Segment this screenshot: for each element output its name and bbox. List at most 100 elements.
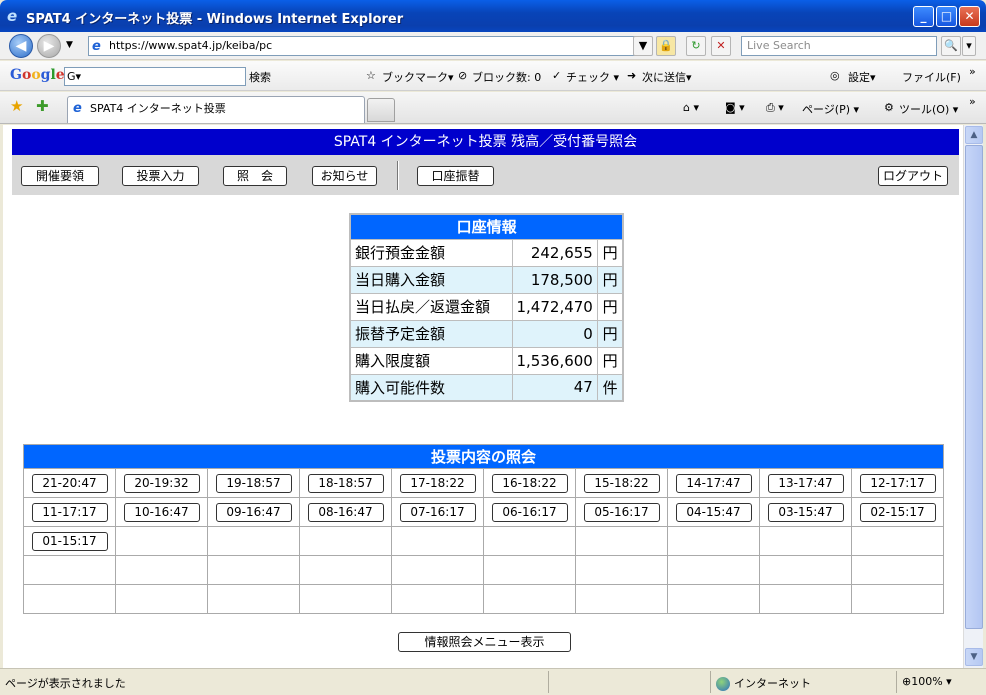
favorites-star-icon[interactable]: ★ — [10, 97, 23, 115]
new-tab-button[interactable] — [367, 98, 395, 122]
empty-cell — [759, 526, 852, 556]
page-content: SPAT4 インターネット投票 残高／受付番号照会 開催要領 投票入力 照 会 … — [3, 125, 963, 668]
account-label: 購入限度額 — [349, 346, 513, 375]
send-to-menu[interactable]: 次に送信▾ — [642, 69, 692, 85]
table-row: 購入可能件数 47 件 — [349, 373, 624, 402]
zoom-icon: ⊕ — [902, 675, 912, 688]
race-inquiry-button[interactable]: 01-15:17 — [31, 531, 108, 551]
race-inquiry-button[interactable]: 05-16:17 — [583, 502, 660, 522]
status-bar: ページが表示されました インターネット ⊕100% ▾ — [0, 668, 986, 695]
toolbar-overflow-icon[interactable]: » — [969, 65, 976, 78]
google-search-button[interactable]: 検索 — [249, 69, 271, 85]
empty-cell — [115, 584, 208, 614]
inquiry-button[interactable]: 照 会 — [223, 166, 287, 186]
settings-menu[interactable]: 設定▾ — [848, 69, 876, 85]
race-inquiry-button[interactable]: 11-17:17 — [31, 502, 108, 522]
settings-icon: ◎ — [830, 69, 840, 82]
race-inquiry-button[interactable]: 09-16:47 — [215, 502, 292, 522]
bookmark-star-icon[interactable]: ☆ — [366, 69, 376, 82]
google-search-input[interactable]: G▾ — [64, 67, 246, 86]
add-favorite-icon[interactable]: ✚ — [36, 97, 49, 115]
send-icon: ➜ — [627, 69, 637, 82]
lock-icon[interactable]: 🔒 — [656, 36, 676, 56]
menu-bar: 開催要領 投票入力 照 会 お知らせ 口座振替 ログアウト — [12, 155, 959, 195]
refresh-icon[interactable]: ↻ — [686, 36, 706, 56]
gear-icon: ⚙ — [884, 101, 894, 114]
address-field[interactable]: e https://www.spat4.jp/keiba/pc — [88, 36, 650, 56]
bookmark-menu[interactable]: ブックマーク▾ — [382, 69, 454, 85]
empty-cell — [575, 555, 668, 585]
back-button[interactable]: ◀ — [9, 34, 33, 58]
account-unit: 件 — [596, 373, 624, 402]
address-dropdown-icon[interactable]: ▼ — [633, 36, 653, 56]
race-inquiry-button[interactable]: 17-18:22 — [399, 473, 476, 493]
tab-spat4[interactable]: e SPAT4 インターネット投票 — [67, 96, 365, 123]
news-button[interactable]: お知らせ — [312, 166, 377, 186]
page-menu[interactable]: ページ(P) ▾ — [802, 101, 859, 117]
security-zone: インターネット — [716, 675, 811, 691]
account-value: 0 — [511, 319, 598, 348]
close-button[interactable]: ✕ — [959, 6, 980, 27]
feed-icon[interactable]: ◙ ▾ — [725, 101, 745, 114]
check-menu[interactable]: チェック ▾ — [566, 69, 619, 85]
account-label: 銀行預金金額 — [349, 238, 513, 267]
home-icon[interactable]: ⌂ ▾ — [683, 101, 699, 114]
zoom-level[interactable]: ⊕100% ▾ — [902, 675, 952, 688]
race-inquiry-button[interactable]: 02-15:17 — [859, 502, 936, 522]
race-inquiry-button[interactable]: 07-16:17 — [399, 502, 476, 522]
scroll-thumb[interactable] — [965, 145, 983, 629]
empty-cell — [207, 584, 300, 614]
race-inquiry-button[interactable]: 13-17:47 — [767, 473, 844, 493]
menu-separator — [397, 161, 399, 190]
forward-button[interactable]: ▶ — [37, 34, 61, 58]
window-title: SPAT4 インターネット投票 - Windows Internet Explo… — [26, 12, 404, 27]
vertical-scrollbar[interactable]: ▲ ▼ — [963, 125, 983, 668]
print-icon[interactable]: ⎙ ▾ — [766, 101, 784, 115]
page-title: SPAT4 インターネット投票 残高／受付番号照会 — [12, 129, 959, 155]
race-inquiry-button[interactable]: 16-18:22 — [491, 473, 568, 493]
account-transfer-button[interactable]: 口座振替 — [417, 166, 494, 186]
race-inquiry-button[interactable]: 14-17:47 — [675, 473, 752, 493]
table-row: 当日購入金額 178,500 円 — [349, 265, 624, 294]
tabbar-overflow-icon[interactable]: » — [969, 95, 976, 108]
empty-cell — [759, 584, 852, 614]
race-inquiry-button[interactable]: 21-20:47 — [31, 473, 108, 493]
tools-menu[interactable]: ツール(O) ▾ — [899, 101, 958, 117]
race-inquiry-button[interactable]: 20-19:32 — [123, 473, 200, 493]
history-dropdown-icon[interactable]: ▼ — [66, 40, 73, 50]
account-label: 当日購入金額 — [349, 265, 513, 294]
empty-cell — [575, 584, 668, 614]
scroll-down-icon[interactable]: ▼ — [965, 648, 983, 666]
race-inquiry-button[interactable]: 08-16:47 — [307, 502, 384, 522]
empty-cell — [115, 555, 208, 585]
maximize-button[interactable]: □ — [936, 6, 957, 27]
scroll-up-icon[interactable]: ▲ — [965, 126, 983, 144]
info-menu-button[interactable]: 情報照会メニュー表示 — [398, 632, 571, 652]
search-icon[interactable]: 🔍 — [941, 36, 961, 56]
race-inquiry-button[interactable]: 10-16:47 — [123, 502, 200, 522]
race-inquiry-button[interactable]: 12-17:17 — [859, 473, 936, 493]
race-inquiry-button[interactable]: 19-18:57 — [215, 473, 292, 493]
account-label: 振替予定金額 — [349, 319, 513, 348]
minimize-button[interactable]: _ — [913, 6, 934, 27]
file-menu[interactable]: ファイル(F) — [902, 69, 961, 85]
account-value: 47 — [511, 373, 598, 402]
account-value: 1,536,600 — [511, 346, 598, 375]
race-inquiry-button[interactable]: 18-18:57 — [307, 473, 384, 493]
empty-cell — [115, 526, 208, 556]
address-url: https://www.spat4.jp/keiba/pc — [109, 39, 273, 52]
race-inquiry-button[interactable]: 06-16:17 — [491, 502, 568, 522]
stop-icon[interactable]: ✕ — [711, 36, 731, 56]
empty-cell — [483, 555, 576, 585]
logout-button[interactable]: ログアウト — [878, 166, 948, 186]
popup-blocked-count[interactable]: ブロック数: 0 — [472, 69, 541, 85]
race-inquiry-button[interactable]: 04-15:47 — [675, 502, 752, 522]
guide-button[interactable]: 開催要領 — [21, 166, 99, 186]
empty-cell — [299, 555, 392, 585]
search-options-icon[interactable]: ▾ — [962, 36, 976, 56]
race-inquiry-button[interactable]: 15-18:22 — [583, 473, 660, 493]
vote-input-button[interactable]: 投票入力 — [122, 166, 199, 186]
live-search-input[interactable]: Live Search — [741, 36, 937, 56]
status-divider — [896, 671, 897, 693]
race-inquiry-button[interactable]: 03-15:47 — [767, 502, 844, 522]
